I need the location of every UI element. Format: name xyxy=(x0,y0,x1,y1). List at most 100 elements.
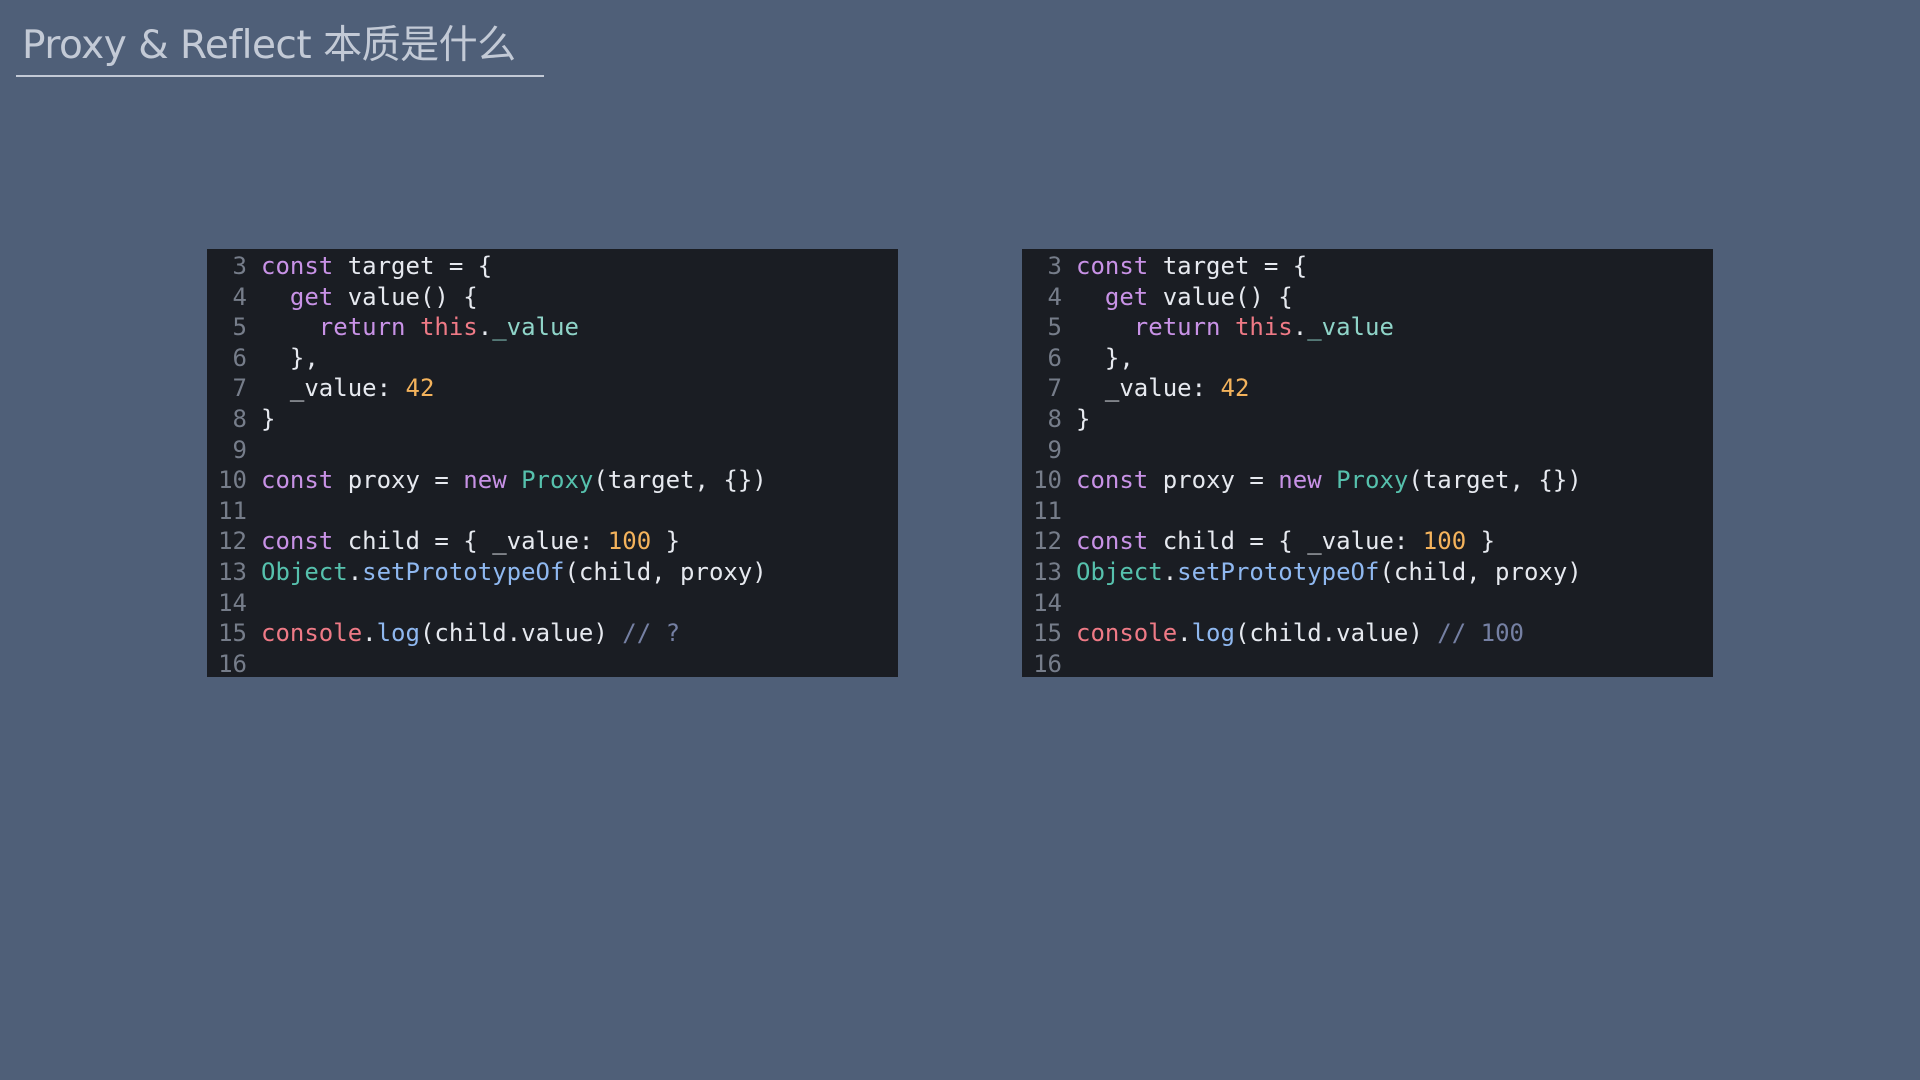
code-token: this xyxy=(419,313,478,342)
line-number: 15 xyxy=(218,619,247,648)
code-line: 4 get value() { xyxy=(207,282,898,313)
code-token: return xyxy=(1133,313,1221,342)
code-line: 7 _value: 42 xyxy=(1022,373,1713,404)
code-token: (child, proxy) xyxy=(1379,557,1582,586)
code-token: } xyxy=(261,404,276,433)
code-token: . xyxy=(1177,619,1192,648)
line-code: const target = { xyxy=(1076,251,1307,282)
code-token: . xyxy=(1162,557,1178,586)
code-line: 8} xyxy=(1022,404,1713,435)
code-token: 42 xyxy=(405,374,435,403)
line-number: 6 xyxy=(1047,343,1062,372)
code-line: 13 Object.setPrototypeOf(child, proxy) xyxy=(207,557,898,588)
slide-title: Proxy & Reflect 本质是什么 xyxy=(22,23,516,68)
code-token: value() { xyxy=(1148,282,1293,311)
code-token: // 100 xyxy=(1437,619,1524,648)
code-token: }, xyxy=(261,343,319,372)
code-token: console xyxy=(261,619,363,648)
code-line: 13 Object.setPrototypeOf(child, proxy) xyxy=(1022,557,1713,588)
code-token: (child.value) xyxy=(1234,619,1438,648)
line-code: } xyxy=(261,404,275,435)
line-code: } xyxy=(1076,404,1090,435)
line-code: const target = { xyxy=(261,251,492,282)
code-line: 8} xyxy=(207,404,898,435)
code-token: } xyxy=(651,527,681,556)
code-token: proxy = xyxy=(1148,466,1279,495)
line-number: 9 xyxy=(232,435,247,464)
code-line: 5 return this._value xyxy=(207,312,898,343)
code-line: 11 xyxy=(1022,496,1713,527)
code-token: child = { _value: xyxy=(333,527,608,556)
code-token: 100 xyxy=(607,527,652,556)
code-token: (target, {}) xyxy=(1408,466,1582,495)
code-token: const xyxy=(1076,527,1149,556)
line-code: get value() { xyxy=(261,282,478,313)
line-code: const child = { _value: 100 } xyxy=(261,526,680,557)
code-token: proxy = xyxy=(333,466,464,495)
line-number: 9 xyxy=(1047,435,1062,464)
line-number: 3 xyxy=(232,252,247,280)
code-token: new xyxy=(1278,466,1322,495)
line-number: 3 xyxy=(1047,252,1062,280)
code-token: const xyxy=(261,466,334,495)
line-number: 11 xyxy=(218,496,247,525)
code-token: . xyxy=(347,557,363,586)
code-token: this xyxy=(1234,313,1293,342)
code-line: 3 const target = { xyxy=(1022,251,1713,282)
code-token: 100 xyxy=(1422,527,1467,556)
line-code: Object.setPrototypeOf(child, proxy) xyxy=(261,557,767,588)
code-token: const xyxy=(1076,252,1149,280)
line-number: 4 xyxy=(1047,282,1062,311)
code-line: 4 get value() { xyxy=(1022,282,1713,313)
code-panel-right: 3 const target = {4 get value() {5 return… xyxy=(1022,249,1713,678)
line-code: const proxy = new Proxy(target, {}) xyxy=(261,465,767,496)
line-number: 10 xyxy=(218,466,247,495)
line-code: const child = { _value: 100 } xyxy=(1076,526,1495,557)
code-token: }, xyxy=(1076,343,1134,372)
line-number: 7 xyxy=(232,374,247,403)
line-code: return this._value xyxy=(1076,312,1394,343)
code-line: 10 const proxy = new Proxy(target, {}) xyxy=(1022,465,1713,496)
code-token: Proxy xyxy=(1336,466,1409,495)
code-token: } xyxy=(1076,404,1091,433)
code-token: return xyxy=(318,313,406,342)
code-token: get xyxy=(1104,282,1149,311)
code-line: 5 return this._value xyxy=(1022,312,1713,343)
line-number: 13 xyxy=(218,557,247,586)
line-number: 11 xyxy=(1033,496,1062,525)
code-token: child = { _value: xyxy=(1148,527,1423,556)
line-code: get value() { xyxy=(1076,282,1293,313)
line-number: 8 xyxy=(232,404,247,433)
code-token: log xyxy=(1191,619,1235,648)
code-token: setPrototypeOf xyxy=(1177,557,1380,586)
line-number: 13 xyxy=(1033,557,1062,586)
code-line: 15 console.log(child.value) // ? xyxy=(207,618,898,649)
code-token: get xyxy=(289,282,334,311)
line-number: 14 xyxy=(218,588,247,617)
code-token: _value: xyxy=(1076,374,1221,403)
code-token: new xyxy=(463,466,507,495)
line-number: 12 xyxy=(1033,527,1062,556)
code-token: (target, {}) xyxy=(593,466,767,495)
line-number: 16 xyxy=(1033,649,1062,678)
code-line: 9 xyxy=(207,435,898,466)
line-number: 14 xyxy=(1033,588,1062,617)
code-line: 12 const child = { _value: 100 } xyxy=(1022,526,1713,557)
code-token: // ? xyxy=(622,619,681,648)
line-code: return this._value xyxy=(261,312,579,343)
code-panel-left: 3 const target = {4 get value() {5 return… xyxy=(207,249,898,680)
line-code: console.log(child.value) // 100 xyxy=(1076,618,1524,649)
code-line: 15 console.log(child.value) // 100 xyxy=(1022,618,1713,649)
code-line: 11 xyxy=(207,496,898,527)
code-token: Proxy xyxy=(521,466,594,495)
code-line: 16 xyxy=(207,649,898,680)
code-token: const xyxy=(261,252,334,280)
code-token: _value xyxy=(492,313,579,342)
line-number: 16 xyxy=(218,649,247,678)
line-code: _value: 42 xyxy=(261,373,435,404)
code-token: . xyxy=(362,619,377,648)
